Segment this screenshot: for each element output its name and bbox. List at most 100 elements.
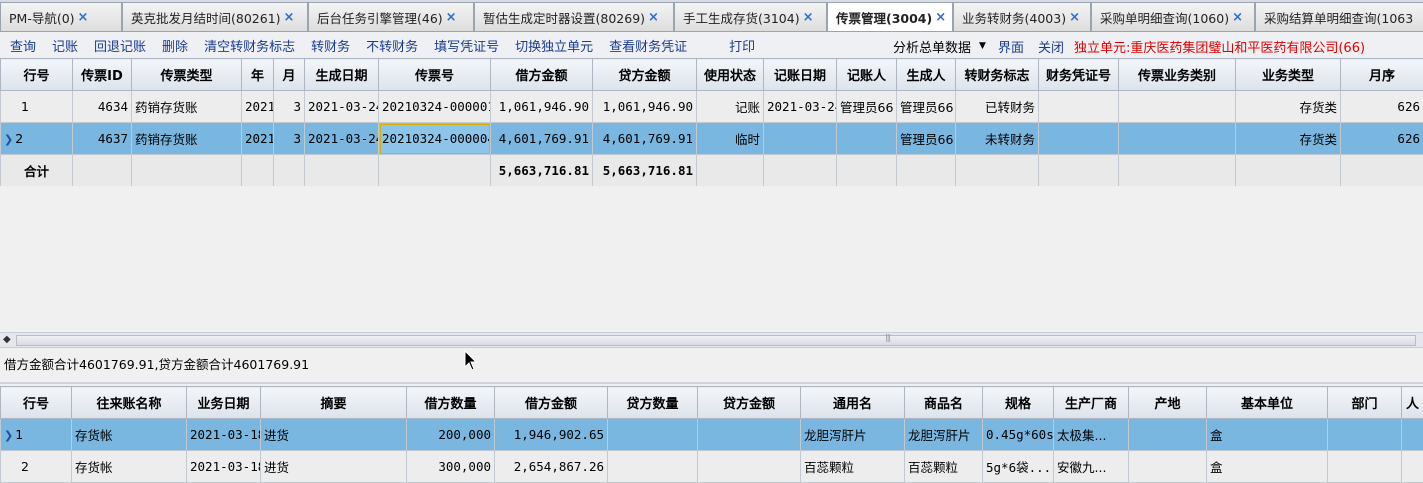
- horizontal-scrollbar[interactable]: ◆ |||: [0, 332, 1423, 348]
- not-to-finance-button[interactable]: 不转财务: [366, 36, 418, 55]
- cell-credit[interactable]: 4,601,769.91: [592, 122, 697, 155]
- cell-biztype[interactable]: 存货类: [1235, 90, 1341, 123]
- cell-account[interactable]: 存货帐: [71, 418, 187, 451]
- close-icon[interactable]: ×: [446, 10, 457, 25]
- tab-purchase-settlement[interactable]: 采购结算单明细查询(1063: [1255, 2, 1423, 31]
- tab-manual-stock[interactable]: 手工生成存货(3104) ×: [674, 2, 827, 31]
- cell-year[interactable]: 2021: [241, 90, 274, 123]
- cell-month[interactable]: 3: [273, 90, 305, 123]
- column-header[interactable]: 行号: [0, 386, 72, 419]
- column-header[interactable]: 业务类型: [1235, 58, 1341, 91]
- cell-generic-name[interactable]: 龙胆泻肝片: [800, 418, 905, 451]
- cell-credit-amount[interactable]: [697, 418, 801, 451]
- query-button[interactable]: 查询: [10, 36, 36, 55]
- cell-finance-flag[interactable]: 未转财务: [955, 122, 1039, 155]
- close-button[interactable]: 关闭: [1038, 37, 1064, 56]
- cell-maker[interactable]: 安徽九...: [1053, 450, 1129, 483]
- scrollbar-thumb[interactable]: [16, 335, 1416, 346]
- delete-button[interactable]: 删除: [162, 36, 188, 55]
- interface-button[interactable]: 界面: [998, 37, 1024, 56]
- cell-id[interactable]: 4637: [72, 122, 132, 155]
- cell-origin[interactable]: [1128, 418, 1207, 451]
- cell-finance-flag[interactable]: 已转财务: [955, 90, 1039, 123]
- cell-product-name[interactable]: 龙胆泻肝片: [904, 418, 983, 451]
- cell-date[interactable]: 2021-03-18: [186, 450, 261, 483]
- cell-account[interactable]: 存货帐: [71, 450, 187, 483]
- close-icon[interactable]: ×: [1069, 10, 1080, 25]
- cell-maker[interactable]: 太极集...: [1053, 418, 1129, 451]
- cell-person[interactable]: [1401, 418, 1423, 451]
- cell-voucher[interactable]: [1038, 90, 1119, 123]
- column-header[interactable]: 年: [241, 58, 274, 91]
- column-header[interactable]: 基本单位: [1206, 386, 1328, 419]
- column-header[interactable]: 传票业务类别: [1118, 58, 1236, 91]
- splitter[interactable]: [0, 382, 1423, 384]
- cell-unit[interactable]: 盒: [1206, 418, 1328, 451]
- cell-rowno[interactable]: ❯ 1: [0, 418, 72, 451]
- cell-credit[interactable]: 1,061,946.90: [592, 90, 697, 123]
- cell-status[interactable]: 临时: [696, 122, 764, 155]
- cell-date[interactable]: 2021-03-18: [186, 418, 261, 451]
- cell-origin[interactable]: [1128, 450, 1207, 483]
- cell-debit[interactable]: 1,061,946.90: [490, 90, 593, 123]
- scroll-left-icon[interactable]: ◆: [3, 334, 11, 345]
- cell-year[interactable]: 2021: [241, 122, 274, 155]
- clear-finance-flag-button[interactable]: 清空转财务标志: [204, 36, 295, 55]
- cell-rowno[interactable]: 1: [0, 90, 73, 123]
- cell-unit[interactable]: 盒: [1206, 450, 1328, 483]
- analyze-data-menu[interactable]: 分析总单数据: [893, 37, 971, 56]
- cell-debit[interactable]: 4,601,769.91: [490, 122, 593, 155]
- cell-voucher-no[interactable]: 20210324-000001: [378, 90, 491, 123]
- column-header[interactable]: 往来账名称: [71, 386, 187, 419]
- close-icon[interactable]: ×: [284, 10, 295, 25]
- tab-voucher-management[interactable]: 传票管理(3004) ×: [827, 2, 953, 31]
- column-header[interactable]: 传票ID: [72, 58, 132, 91]
- unpost-button[interactable]: 回退记账: [94, 36, 146, 55]
- cell-debit-amount[interactable]: 2,654,867.26: [494, 450, 608, 483]
- cell-postdate[interactable]: [763, 122, 837, 155]
- cell-poster[interactable]: 管理员66: [836, 90, 897, 123]
- cell-gendate[interactable]: 2021-03-24: [304, 90, 379, 123]
- column-header[interactable]: 借方数量: [406, 386, 495, 419]
- tab-purchase-detail[interactable]: 采购单明细查询(1060) ×: [1091, 2, 1255, 31]
- cell-poster[interactable]: [836, 122, 897, 155]
- table-row-selected[interactable]: ❯ 2 4637 药销存货账 2021 3 2021-03-24 20210324…: [0, 122, 1423, 155]
- cell-rowno[interactable]: ❯ 2: [0, 122, 73, 155]
- column-header[interactable]: 贷方数量: [607, 386, 698, 419]
- column-header[interactable]: 传票类型: [131, 58, 242, 91]
- column-header[interactable]: 借方金额: [494, 386, 608, 419]
- cell-debit-qty[interactable]: 300,000: [406, 450, 495, 483]
- cell-category[interactable]: [1118, 90, 1236, 123]
- table-row[interactable]: 2 存货帐 2021-03-18 进货 300,000 2,654,867.26…: [0, 450, 1423, 483]
- column-header[interactable]: 商品名: [904, 386, 983, 419]
- close-icon[interactable]: ×: [803, 10, 814, 25]
- tab-business-to-finance[interactable]: 业务转财务(4003) ×: [953, 2, 1091, 31]
- cell-rowno[interactable]: 2: [0, 450, 72, 483]
- column-header[interactable]: 转财务标志: [955, 58, 1039, 91]
- cell-status[interactable]: 记账: [696, 90, 764, 123]
- close-icon[interactable]: ×: [78, 10, 89, 25]
- column-header[interactable]: 借方金额: [490, 58, 593, 91]
- cell-voucher[interactable]: [1038, 122, 1119, 155]
- column-header[interactable]: 摘要: [260, 386, 407, 419]
- cell-debit-amount[interactable]: 1,946,902.65: [494, 418, 608, 451]
- column-header[interactable]: 月序: [1340, 58, 1423, 91]
- column-header[interactable]: 人: [1401, 386, 1423, 419]
- cell-credit-qty[interactable]: [607, 450, 698, 483]
- cell-creator[interactable]: 管理员66: [896, 122, 956, 155]
- cell-biztype[interactable]: 存货类: [1235, 122, 1341, 155]
- close-icon[interactable]: ×: [935, 10, 946, 25]
- column-header[interactable]: 生成日期: [304, 58, 379, 91]
- column-header[interactable]: 传票号: [378, 58, 491, 91]
- column-header[interactable]: 记账人: [836, 58, 897, 91]
- to-finance-button[interactable]: 转财务: [311, 36, 350, 55]
- chevron-down-icon[interactable]: ▼: [979, 41, 986, 51]
- cell-seq[interactable]: 626: [1340, 122, 1423, 155]
- tab-pm-nav[interactable]: PM-导航(0) ×: [0, 2, 122, 31]
- cell-person[interactable]: [1401, 450, 1423, 483]
- post-button[interactable]: 记账: [52, 36, 78, 55]
- table-row[interactable]: 1 4634 药销存货账 2021 3 2021-03-24 20210324-…: [0, 90, 1423, 123]
- cell-postdate[interactable]: 2021-03-24: [763, 90, 837, 123]
- table-row-selected[interactable]: ❯ 1 存货帐 2021-03-18 进货 200,000 1,946,902.6…: [0, 418, 1423, 451]
- column-header[interactable]: 生成人: [896, 58, 956, 91]
